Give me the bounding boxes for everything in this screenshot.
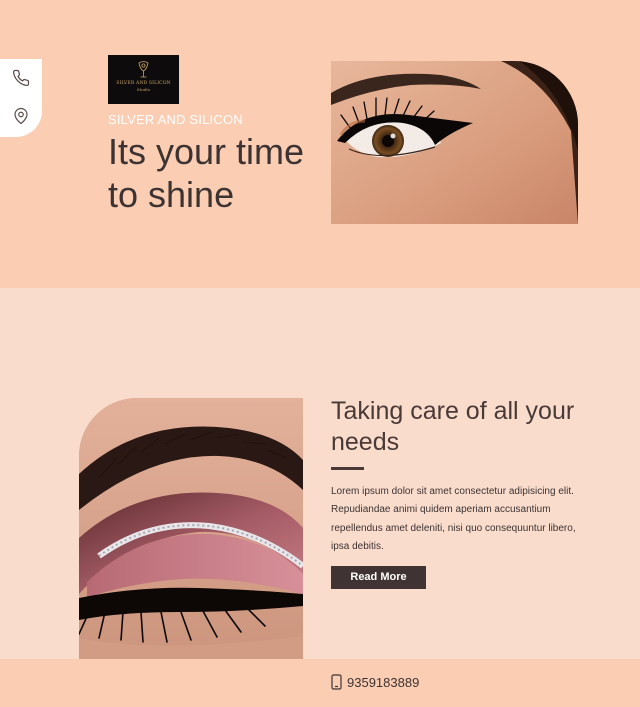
contact-dock bbox=[0, 59, 42, 137]
logo-emblem-icon bbox=[138, 61, 149, 78]
services-title: Taking care of all your needs bbox=[331, 397, 575, 456]
hero-tagline: SILVER AND SILICON bbox=[108, 112, 243, 127]
services-title-divider bbox=[331, 467, 364, 470]
mobile-phone-icon bbox=[331, 674, 342, 690]
read-more-button[interactable]: Read More bbox=[331, 566, 426, 589]
brand-logo[interactable]: SILVER AND SILICON Studio bbox=[108, 55, 179, 104]
phone-icon[interactable] bbox=[12, 69, 30, 87]
footer-bar bbox=[0, 659, 640, 707]
logo-script-text: Studio bbox=[136, 87, 151, 92]
services-eyeshadow-image bbox=[79, 398, 303, 689]
footer-phone-number[interactable]: 9359183889 bbox=[347, 675, 419, 690]
hero-title: Its your time to shine bbox=[108, 131, 305, 215]
location-pin-icon[interactable] bbox=[12, 107, 30, 125]
hero-eye-image bbox=[331, 61, 578, 224]
logo-brand-text: SILVER AND SILICON bbox=[116, 81, 171, 86]
services-description: Lorem ipsum dolor sit amet consectetur a… bbox=[331, 486, 576, 552]
